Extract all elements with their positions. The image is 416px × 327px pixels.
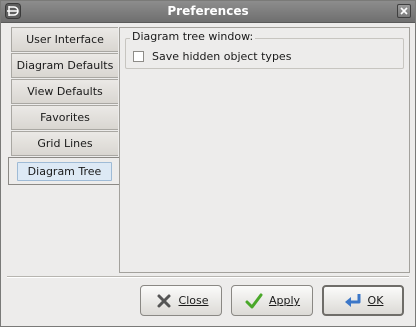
tab-label: User Interface (26, 33, 104, 46)
tab-user-interface[interactable]: User Interface (11, 27, 118, 52)
tab-favorites[interactable]: Favorites (11, 105, 118, 130)
tab-label: Grid Lines (37, 137, 93, 150)
ok-button[interactable]: OK (322, 285, 404, 316)
tab-label: Diagram Defaults (16, 59, 114, 72)
apply-button-label: Apply (268, 294, 301, 307)
tab-view-defaults[interactable]: View Defaults (11, 79, 118, 104)
tab-grid-lines[interactable]: Grid Lines (11, 131, 118, 156)
ok-button-label: OK (367, 294, 384, 307)
tab-diagram-tree[interactable]: Diagram Tree (8, 157, 120, 185)
save-hidden-object-types-checkbox[interactable] (133, 51, 144, 62)
preferences-tabs: User Interface Diagram Defaults View Def… (8, 27, 122, 186)
enter-arrow-icon (344, 293, 361, 307)
window-close-button[interactable] (397, 4, 411, 18)
close-button-label: Close (178, 294, 209, 307)
close-icon (157, 294, 170, 307)
title-bar: Preferences (1, 1, 415, 23)
group-title: Diagram tree window: (130, 30, 256, 43)
close-icon (400, 7, 408, 15)
tab-label: Diagram Tree (16, 161, 113, 181)
apply-button[interactable]: Apply (231, 285, 313, 316)
diagram-tree-panel: Diagram tree window: Save hidden object … (119, 27, 410, 273)
checkmark-icon (245, 293, 263, 308)
close-button[interactable]: Close (140, 285, 222, 316)
window-title: Preferences (167, 4, 249, 18)
diagram-tree-window-group: Diagram tree window: Save hidden object … (125, 30, 404, 69)
save-hidden-object-types-option[interactable]: Save hidden object types (133, 50, 291, 63)
checkbox-label: Save hidden object types (152, 50, 292, 63)
tab-diagram-defaults[interactable]: Diagram Defaults (11, 53, 118, 78)
separator (7, 276, 409, 278)
tab-label: Favorites (40, 111, 90, 124)
tab-label: View Defaults (27, 85, 103, 98)
preferences-window: Preferences User Interface Diagram Defau… (0, 0, 416, 327)
